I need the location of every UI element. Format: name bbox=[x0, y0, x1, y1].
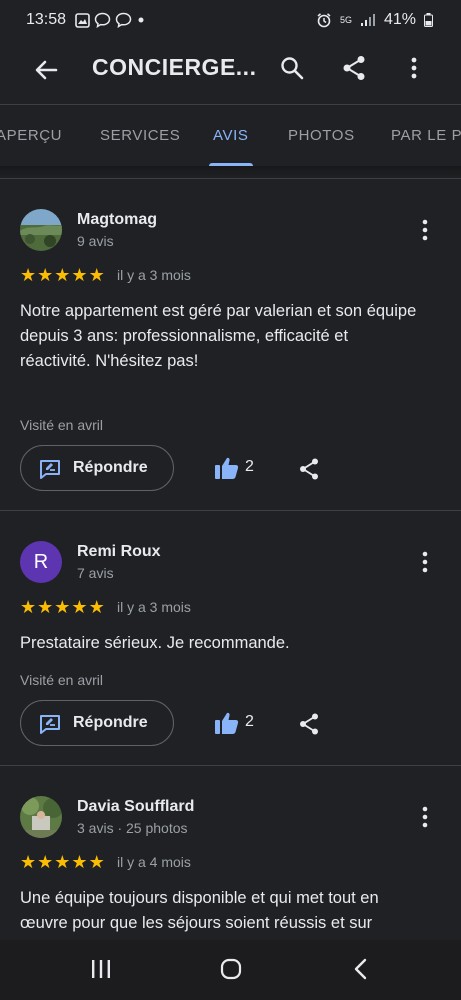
review-date: il y a 3 mois bbox=[117, 599, 191, 615]
review-text: Notre appartement est géré par valerian … bbox=[20, 302, 417, 370]
like-count: 2 bbox=[245, 713, 254, 730]
tab-services[interactable]: SERVICES bbox=[100, 127, 180, 144]
reviewer-meta: 3 avis · 25 photos bbox=[77, 820, 188, 836]
star-icon: ★ bbox=[37, 852, 54, 872]
share-icon[interactable] bbox=[340, 54, 368, 82]
status-bar: 13:58 5G 41% bbox=[0, 0, 461, 40]
message-icon bbox=[94, 12, 111, 28]
avatar[interactable] bbox=[20, 209, 62, 251]
tab-par-le-pr[interactable]: PAR LE PR bbox=[391, 127, 461, 144]
gallery-icon bbox=[75, 12, 90, 28]
reply-button[interactable]: Répondre bbox=[20, 700, 174, 746]
star-icon: ★ bbox=[37, 597, 54, 617]
app-bar: CONCIERGE... bbox=[0, 40, 461, 104]
star-icon: ★ bbox=[88, 852, 105, 872]
star-icon: ★ bbox=[54, 852, 71, 872]
reply-label: Répondre bbox=[73, 714, 148, 731]
reply-icon bbox=[40, 460, 60, 479]
review-more-icon[interactable] bbox=[418, 218, 432, 242]
reviewer-name[interactable]: Remi Roux bbox=[77, 543, 161, 561]
tab-shadow bbox=[0, 166, 461, 178]
avatar-landscape-image bbox=[20, 209, 62, 251]
star-icon: ★ bbox=[20, 597, 37, 617]
battery-text: 41% bbox=[383, 11, 416, 28]
review-text: Une équipe toujours disponible et qui me… bbox=[20, 889, 379, 932]
search-icon[interactable] bbox=[278, 54, 306, 82]
like-button[interactable]: 2 bbox=[214, 709, 274, 737]
tab-avis[interactable]: AVIS bbox=[213, 127, 248, 144]
reply-icon bbox=[40, 715, 60, 734]
visit-date: Visité en avril bbox=[20, 672, 104, 688]
star-icon: ★ bbox=[88, 265, 105, 285]
avatar-photo-image bbox=[20, 796, 62, 838]
star-icon: ★ bbox=[88, 597, 105, 617]
like-count: 2 bbox=[245, 458, 254, 475]
star-icon: ★ bbox=[20, 265, 37, 285]
thumbs-up-icon bbox=[215, 457, 239, 479]
review-date: il y a 3 mois bbox=[117, 267, 191, 283]
reviewer-meta: 7 avis bbox=[77, 565, 114, 581]
share-review-icon[interactable] bbox=[297, 457, 321, 481]
tab-bar: APERÇU SERVICES AVIS PHOTOS PAR LE PR bbox=[0, 104, 461, 167]
review-more-icon[interactable] bbox=[418, 550, 432, 574]
review-more-icon[interactable] bbox=[418, 805, 432, 829]
reply-button[interactable]: Répondre bbox=[20, 445, 174, 491]
thumbs-up-icon bbox=[215, 712, 239, 734]
more-options-icon[interactable] bbox=[404, 54, 424, 82]
star-icon: ★ bbox=[54, 265, 71, 285]
share-review-icon[interactable] bbox=[297, 712, 321, 736]
system-icons: 5G 41% bbox=[316, 11, 433, 29]
review-card: Magtomag 9 avis ★ ★ ★ ★ ★ il y a 3 mois Notr… bbox=[0, 178, 461, 510]
alarm-icon bbox=[317, 13, 331, 28]
star-rating: ★ ★ ★ ★ ★ bbox=[20, 598, 105, 616]
recent-apps-icon[interactable] bbox=[90, 958, 112, 980]
review-card: R Remi Roux 7 avis ★ ★ ★ ★ ★ il y a 3 mois P… bbox=[0, 510, 461, 765]
avatar[interactable]: R bbox=[20, 541, 62, 583]
reply-label: Répondre bbox=[73, 459, 148, 476]
star-icon: ★ bbox=[71, 265, 88, 285]
home-icon[interactable] bbox=[219, 957, 243, 981]
reviewer-meta: 9 avis bbox=[77, 233, 114, 249]
system-navigation-bar bbox=[0, 940, 461, 1000]
star-icon: ★ bbox=[54, 597, 71, 617]
review-text: Prestataire sérieux. Je recommande. bbox=[20, 634, 290, 652]
network-type: 5G bbox=[339, 14, 352, 25]
star-icon: ★ bbox=[71, 597, 88, 617]
dot-icon bbox=[138, 17, 144, 23]
reviewer-name[interactable]: Magtomag bbox=[77, 211, 157, 229]
battery-icon bbox=[424, 13, 433, 27]
page-title: CONCIERGE... bbox=[92, 54, 257, 80]
back-arrow-icon[interactable] bbox=[32, 56, 60, 84]
like-button[interactable]: 2 bbox=[214, 454, 274, 482]
visit-date: Visité en avril bbox=[20, 417, 104, 433]
tab-photos[interactable]: PHOTOS bbox=[288, 127, 355, 144]
star-rating: ★ ★ ★ ★ ★ bbox=[20, 853, 105, 871]
status-time: 13:58 bbox=[26, 11, 67, 28]
star-icon: ★ bbox=[37, 265, 54, 285]
review-date: il y a 4 mois bbox=[117, 854, 191, 870]
notification-icons bbox=[75, 12, 146, 28]
signal-icon bbox=[360, 14, 375, 26]
avatar[interactable] bbox=[20, 796, 62, 838]
review-card: Davia Soufflard 3 avis · 25 photos ★ ★ ★ ★ ★… bbox=[0, 765, 461, 940]
star-icon: ★ bbox=[71, 852, 88, 872]
star-rating: ★ ★ ★ ★ ★ bbox=[20, 266, 105, 284]
message-icon-2 bbox=[115, 12, 132, 28]
nav-back-icon[interactable] bbox=[352, 957, 370, 981]
tab-apercu[interactable]: APERÇU bbox=[0, 127, 62, 144]
reviewer-name[interactable]: Davia Soufflard bbox=[77, 798, 194, 816]
star-icon: ★ bbox=[20, 852, 37, 872]
